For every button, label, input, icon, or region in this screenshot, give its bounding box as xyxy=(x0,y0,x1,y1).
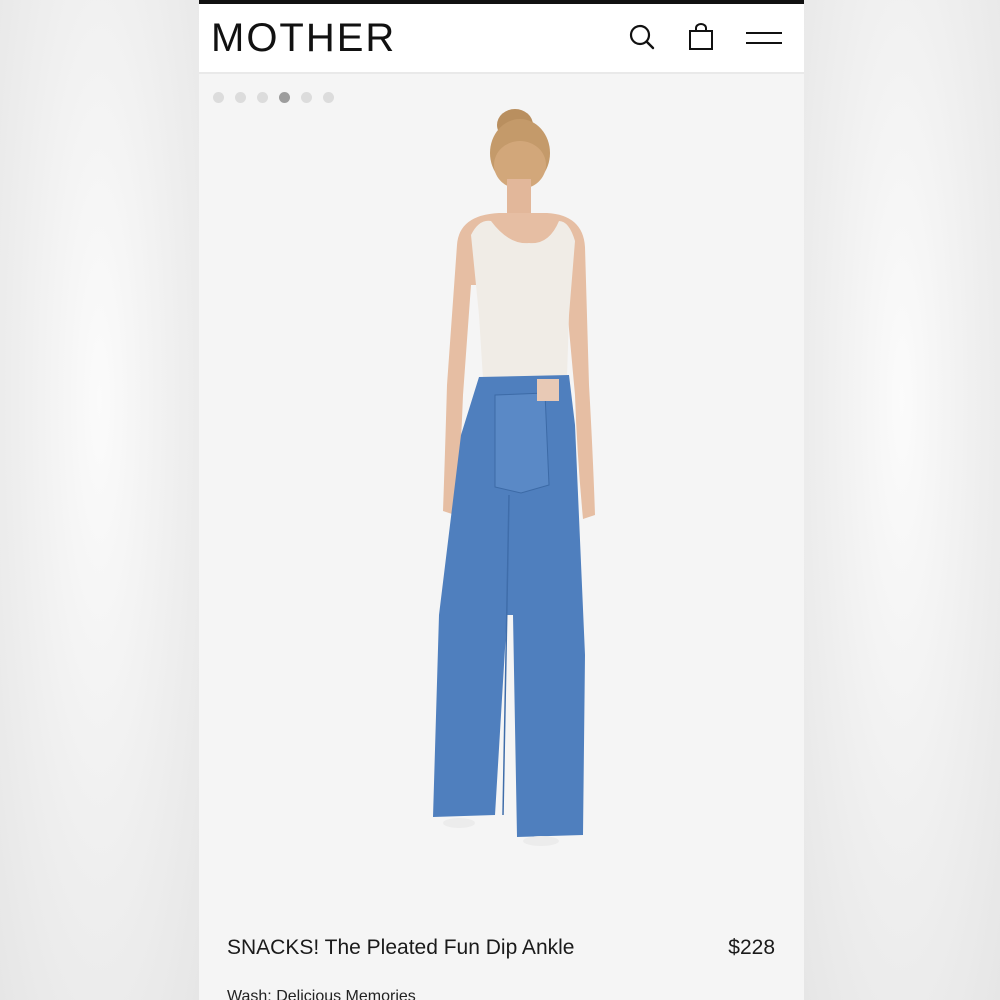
product-title: SNACKS! The Pleated Fun Dip Ankle xyxy=(227,936,575,959)
search-icon xyxy=(629,24,655,50)
product-price: $228 xyxy=(728,936,775,959)
carousel-dot[interactable] xyxy=(323,92,334,103)
carousel-dot-active[interactable] xyxy=(279,92,290,103)
carousel-indicator xyxy=(213,92,334,104)
background-right xyxy=(804,0,1000,1000)
shopping-bag-icon xyxy=(689,23,713,50)
carousel-dot[interactable] xyxy=(213,92,224,103)
carousel-dot[interactable] xyxy=(301,92,312,103)
carousel-dot[interactable] xyxy=(235,92,246,103)
search-button[interactable] xyxy=(627,22,659,54)
cart-button[interactable] xyxy=(685,22,717,54)
carousel-dot[interactable] xyxy=(257,92,268,103)
product-photo[interactable] xyxy=(399,95,609,865)
background-left xyxy=(0,0,199,1000)
brand-logo[interactable]: MOTHER xyxy=(211,18,396,58)
product-wash: Wash: Delicious Memories xyxy=(227,988,416,1000)
site-header: MOTHER xyxy=(199,4,804,74)
mobile-page: MOTHER SNACKS! The Pleated Fun Dip Ankle… xyxy=(199,0,804,1000)
menu-button[interactable] xyxy=(745,22,783,54)
product-title-row: SNACKS! The Pleated Fun Dip Ankle $228 xyxy=(227,936,775,964)
hamburger-menu-icon xyxy=(746,32,782,44)
